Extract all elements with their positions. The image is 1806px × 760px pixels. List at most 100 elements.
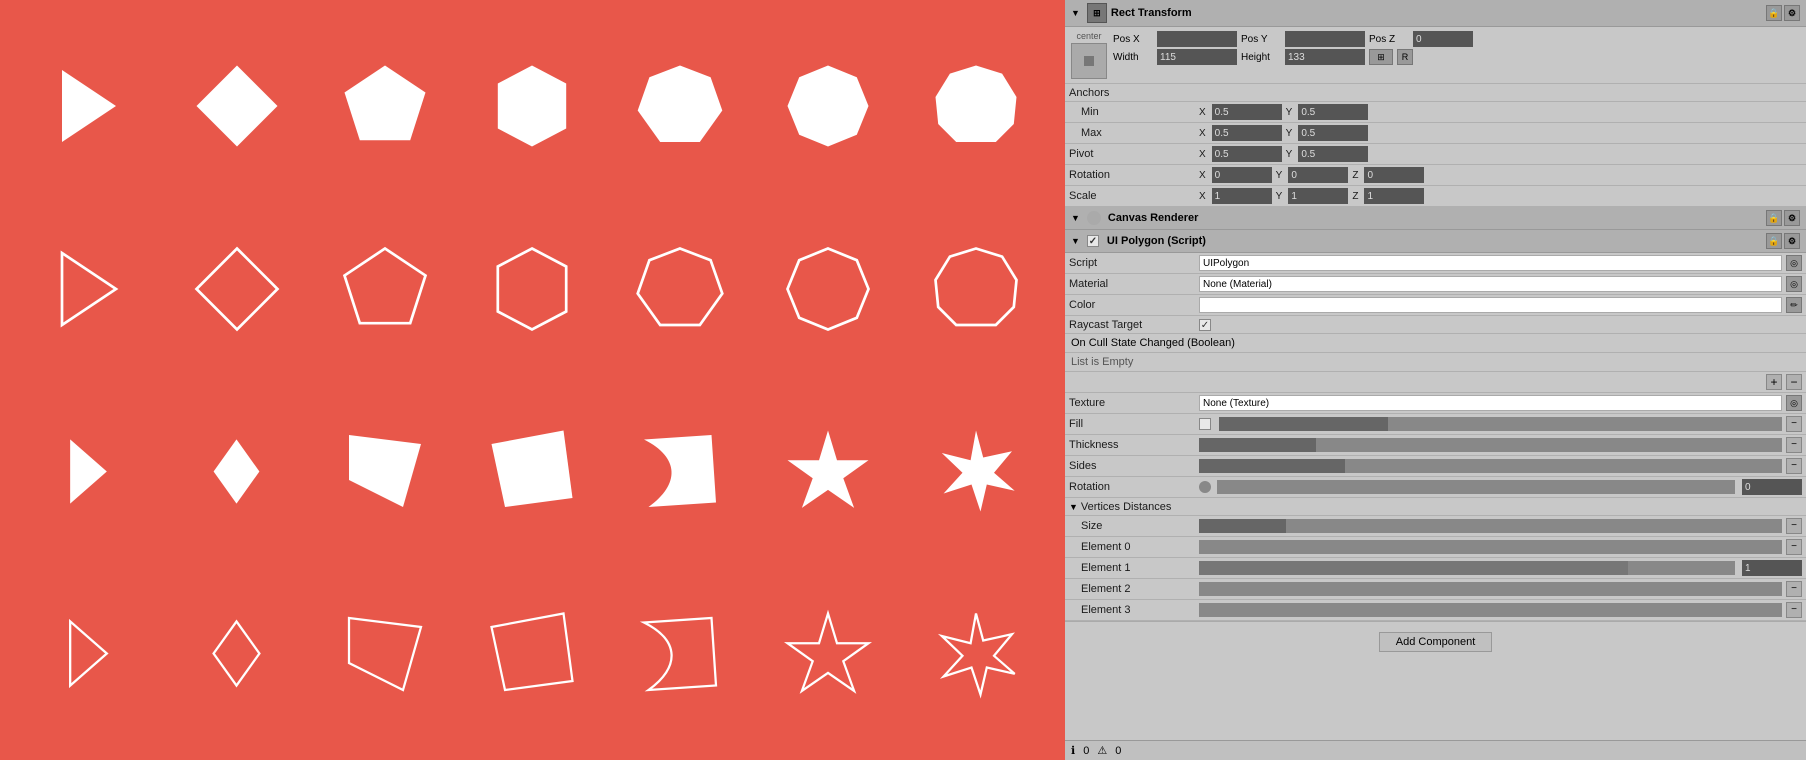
raycast-checkbox[interactable]: [1199, 319, 1211, 331]
shape-cell: [20, 203, 158, 376]
list-remove-btn[interactable]: −: [1786, 374, 1802, 390]
anchor-graphic[interactable]: [1071, 43, 1107, 79]
width-label: Width: [1113, 52, 1153, 63]
rot-x-input[interactable]: [1212, 167, 1272, 183]
pivot-x-input[interactable]: [1212, 146, 1282, 162]
canvas-renderer-gear[interactable]: ⚙: [1784, 210, 1800, 226]
scale-x-input[interactable]: [1212, 188, 1272, 204]
script-target-btn[interactable]: ◎: [1786, 255, 1802, 271]
texture-target-btn[interactable]: ◎: [1786, 395, 1802, 411]
rotation-value-input[interactable]: [1742, 479, 1802, 495]
element-2-minus[interactable]: −: [1786, 581, 1802, 597]
inspector-panel: ▼ ⊞ Rect Transform 🔒 ⚙ center Pos X Pos …: [1065, 0, 1806, 760]
element-0-minus[interactable]: −: [1786, 539, 1802, 555]
ui-polygon-arrow[interactable]: ▼: [1071, 236, 1080, 246]
element-0-slider[interactable]: [1199, 540, 1782, 554]
rotation-slider[interactable]: [1217, 480, 1735, 494]
ui-polygon-checkbox[interactable]: [1087, 235, 1099, 247]
ui-polygon-gear[interactable]: ⚙: [1784, 233, 1800, 249]
shapes-grid: [0, 0, 1065, 760]
fill-minus[interactable]: −: [1786, 416, 1802, 432]
on-cull-row: On Cull State Changed (Boolean): [1065, 334, 1806, 353]
pos-z-input[interactable]: [1413, 31, 1473, 47]
anchor-max-x-input[interactable]: [1212, 125, 1282, 141]
shape-cell: [611, 203, 749, 376]
pos-z-label: Pos Z: [1369, 34, 1409, 45]
lock-btn[interactable]: 🔒: [1766, 5, 1782, 21]
pos-x-input[interactable]: [1157, 31, 1237, 47]
scale-y-input[interactable]: [1288, 188, 1348, 204]
pivot-label: Pivot: [1069, 148, 1199, 160]
shape-cell: [759, 568, 897, 741]
scale-row: Scale X Y Z: [1065, 186, 1806, 207]
width-input[interactable]: [1157, 49, 1237, 65]
warning-count: 0: [1115, 745, 1121, 757]
rot-z-label: Z: [1352, 170, 1358, 181]
list-empty-row: List is Empty: [1065, 353, 1806, 372]
anchor-max-x-label: X: [1199, 128, 1206, 139]
canvas-renderer-arrow[interactable]: ▼: [1071, 213, 1080, 223]
gear-btn[interactable]: ⚙: [1784, 5, 1800, 21]
collapse-arrow[interactable]: ▼: [1071, 8, 1080, 18]
canvas-renderer-lock[interactable]: 🔒: [1766, 210, 1782, 226]
size-slider[interactable]: [1199, 519, 1782, 533]
color-swatch[interactable]: [1199, 297, 1782, 313]
warning-icon: ⚠: [1097, 744, 1107, 757]
thickness-row: Thickness −: [1065, 435, 1806, 456]
vertices-arrow[interactable]: ▼: [1069, 502, 1078, 512]
pivot-y-input[interactable]: [1298, 146, 1368, 162]
shape-cell: [907, 203, 1045, 376]
fill-slider[interactable]: [1219, 417, 1782, 431]
element-1-slider[interactable]: [1199, 561, 1735, 575]
shape-cell: [464, 385, 602, 558]
anchor-min-y-input[interactable]: [1298, 104, 1368, 120]
element-3-slider[interactable]: [1199, 603, 1782, 617]
thickness-slider[interactable]: [1199, 438, 1782, 452]
sides-slider[interactable]: [1199, 459, 1782, 473]
element-3-minus[interactable]: −: [1786, 602, 1802, 618]
center-label: center: [1076, 31, 1101, 41]
add-component-button[interactable]: Add Component: [1379, 632, 1493, 652]
texture-label: Texture: [1069, 397, 1199, 409]
rot-z-input[interactable]: [1364, 167, 1424, 183]
scale-z-input[interactable]: [1364, 188, 1424, 204]
anchor-min-label: Min: [1069, 106, 1199, 118]
element-1-label: Element 1: [1069, 562, 1199, 574]
shape-cell: [20, 568, 158, 741]
color-eyedropper[interactable]: ✏: [1786, 297, 1802, 313]
texture-input[interactable]: [1199, 395, 1782, 411]
shape-cell: [759, 385, 897, 558]
element-2-slider[interactable]: [1199, 582, 1782, 596]
shape-cell: [464, 203, 602, 376]
fill-checkbox[interactable]: [1199, 418, 1211, 430]
script-input[interactable]: [1199, 255, 1782, 271]
pivot-row: Pivot X Y: [1065, 144, 1806, 165]
anchor-max-y-input[interactable]: [1298, 125, 1368, 141]
size-minus[interactable]: −: [1786, 518, 1802, 534]
rot-y-input[interactable]: [1288, 167, 1348, 183]
height-input[interactable]: [1285, 49, 1365, 65]
script-row: Script ◎: [1065, 253, 1806, 274]
pos-y-input[interactable]: [1285, 31, 1365, 47]
anchor-min-x-input[interactable]: [1212, 104, 1282, 120]
shape-cell: [759, 20, 897, 193]
size-row: Size −: [1065, 516, 1806, 537]
material-input[interactable]: [1199, 276, 1782, 292]
reset-btn[interactable]: R: [1397, 49, 1413, 65]
thickness-minus[interactable]: −: [1786, 437, 1802, 453]
polygon-rotation-label: Rotation: [1069, 481, 1199, 493]
pos-x-label: Pos X: [1113, 34, 1153, 45]
anchor-min-y-label: Y: [1286, 107, 1293, 118]
material-target-btn[interactable]: ◎: [1786, 276, 1802, 292]
rot-y-label: Y: [1276, 170, 1283, 181]
raycast-row: Raycast Target: [1065, 316, 1806, 334]
sides-minus[interactable]: −: [1786, 458, 1802, 474]
constrain-btn[interactable]: ⊞: [1369, 49, 1393, 65]
list-add-btn[interactable]: +: [1766, 374, 1782, 390]
ui-polygon-lock[interactable]: 🔒: [1766, 233, 1782, 249]
raycast-label: Raycast Target: [1069, 319, 1199, 331]
element-1-input[interactable]: [1742, 560, 1802, 576]
material-label: Material: [1069, 278, 1199, 290]
shape-cell: [316, 203, 454, 376]
canvas-area: [0, 0, 1065, 760]
